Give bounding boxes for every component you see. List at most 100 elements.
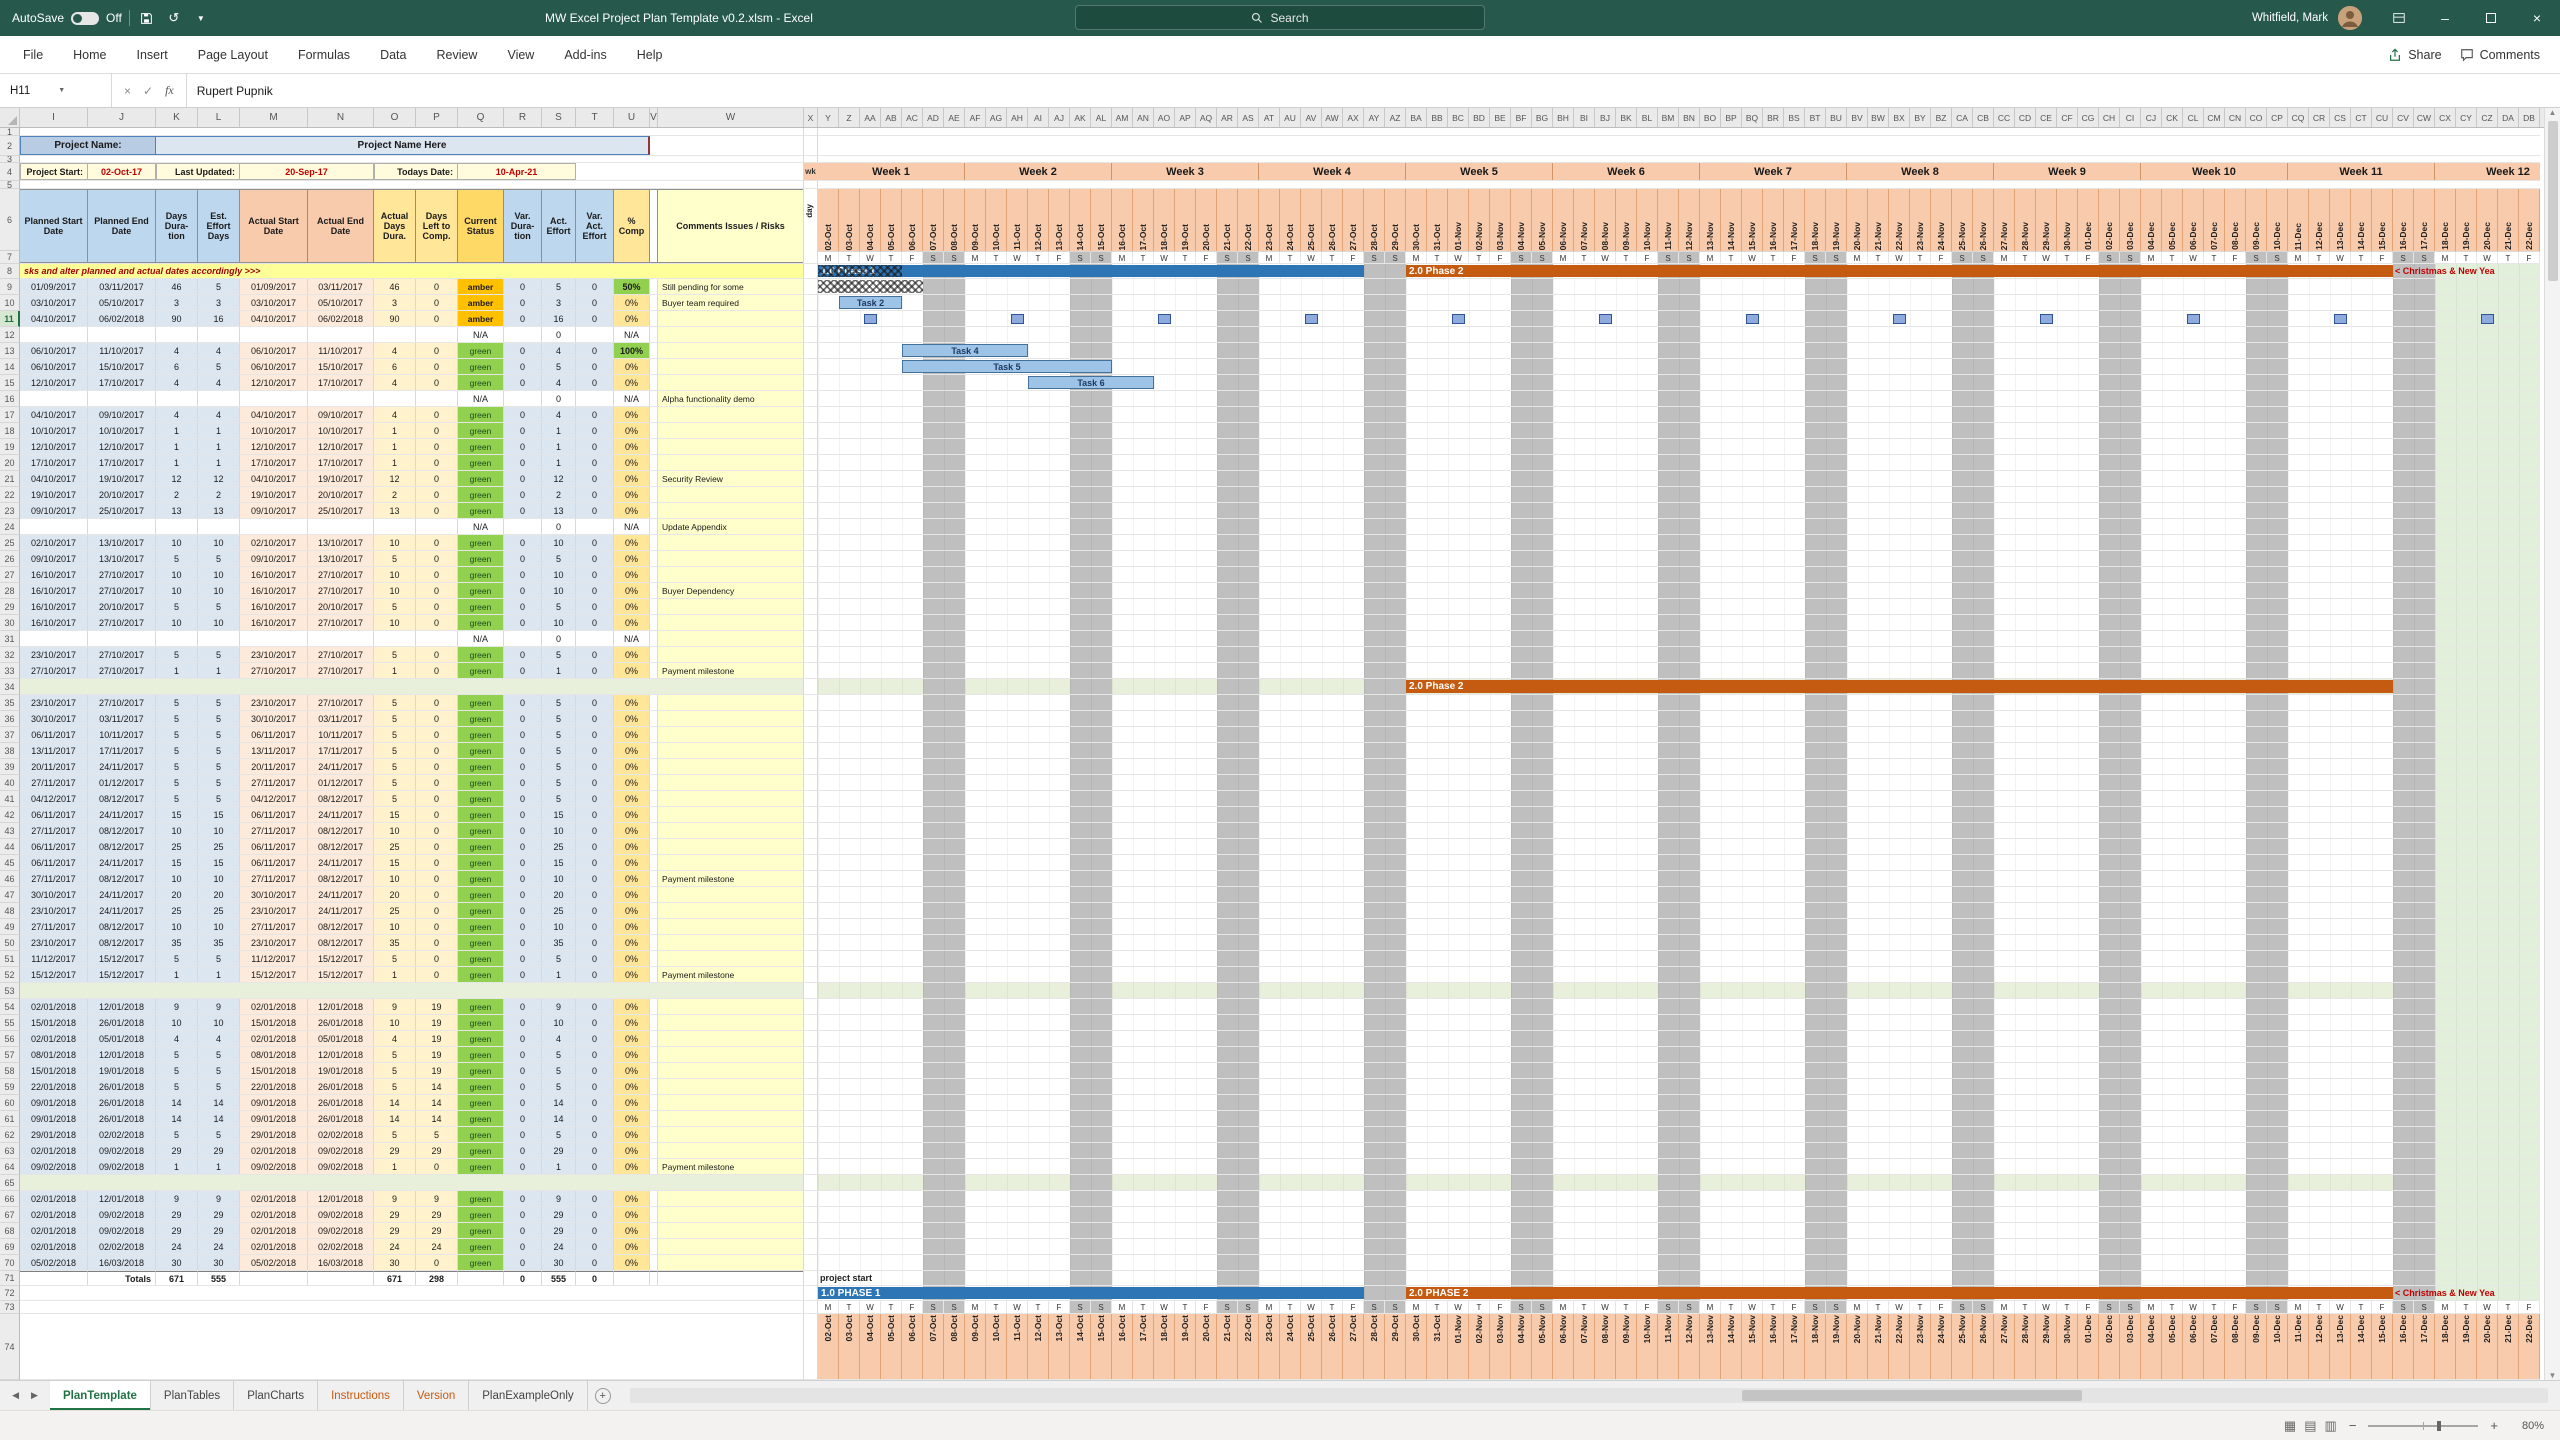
cell[interactable]: green	[458, 583, 504, 598]
cell[interactable]: green	[458, 359, 504, 374]
day-letter[interactable]: W	[860, 1301, 881, 1313]
day-letter[interactable]: S	[2099, 1301, 2120, 1313]
cell[interactable]: 01/09/2017	[20, 279, 88, 294]
day-letter[interactable]: S	[1973, 252, 1994, 264]
cell[interactable]	[658, 375, 804, 390]
undo-button[interactable]: ↺	[164, 7, 184, 29]
cell[interactable]: 30	[374, 1255, 416, 1270]
gantt-phase2-bar[interactable]: 2.0 PHASE 2	[1406, 1287, 2393, 1299]
day-letter[interactable]: S	[2246, 1301, 2267, 1313]
cell[interactable]: 0%	[614, 1111, 650, 1126]
cell[interactable]: 10/10/2017	[308, 423, 374, 438]
cell[interactable]: 1	[542, 1159, 576, 1174]
cell[interactable]: 5	[156, 695, 198, 710]
cell[interactable]	[658, 1239, 804, 1254]
cell[interactable]: 09/10/2017	[88, 407, 156, 422]
cell[interactable]: 0	[504, 567, 542, 582]
row-header[interactable]: 47	[0, 887, 20, 903]
cell[interactable]	[650, 1015, 658, 1030]
cell[interactable]: 4	[156, 375, 198, 390]
day-letter[interactable]: F	[1196, 1301, 1217, 1313]
cell[interactable]: 13/10/2017	[88, 535, 156, 550]
autosave-toggle[interactable]	[71, 12, 99, 25]
day-letter[interactable]: T	[1322, 1301, 1343, 1313]
date-header[interactable]: 06-Dec	[2183, 1314, 2204, 1379]
cell[interactable]: 14	[156, 1095, 198, 1110]
day-letter[interactable]: T	[2309, 1301, 2330, 1313]
cell[interactable]: 27/10/2017	[88, 615, 156, 630]
date-header[interactable]: 19-Dec	[2456, 1314, 2477, 1379]
cell[interactable]: 29	[542, 1223, 576, 1238]
cell[interactable]: 35	[156, 935, 198, 950]
totals-cell[interactable]: Totals	[88, 1271, 156, 1285]
cell[interactable]: 29	[198, 1223, 240, 1238]
cell[interactable]: 0%	[614, 471, 650, 486]
cell[interactable]: 23/10/2017	[20, 903, 88, 918]
cell[interactable]: 25	[374, 839, 416, 854]
cell[interactable]: 15/10/2017	[88, 359, 156, 374]
date-header[interactable]: 01-Nov	[1448, 1314, 1469, 1379]
date-header[interactable]: 05-Dec	[2162, 1314, 2183, 1379]
day-letter[interactable]: W	[1301, 252, 1322, 264]
cell[interactable]: 27/10/2017	[20, 663, 88, 678]
cell[interactable]: 0	[416, 935, 458, 950]
cell[interactable]: 0	[504, 1223, 542, 1238]
cell[interactable]: 5	[374, 743, 416, 758]
ribbon-tab-insert[interactable]: Insert	[122, 36, 183, 73]
row-header[interactable]: 41	[0, 791, 20, 807]
column-header[interactable]: T	[576, 108, 614, 127]
cell[interactable]: 50%	[614, 279, 650, 294]
cell[interactable]: 0	[504, 1047, 542, 1062]
scroll-down-icon[interactable]: ▼	[2549, 1371, 2557, 1380]
cell[interactable]	[504, 391, 542, 406]
cell[interactable]: 5	[374, 775, 416, 790]
cell[interactable]: 0	[576, 1127, 614, 1142]
cell[interactable]: 26/01/2018	[88, 1079, 156, 1094]
cell[interactable]: 0	[504, 535, 542, 550]
row-header[interactable]: 36	[0, 711, 20, 727]
date-header[interactable]: 22-Dec	[2519, 189, 2540, 251]
cell[interactable]: 0%	[614, 839, 650, 854]
cell[interactable]: 27/11/2017	[240, 823, 308, 838]
table-header-cell[interactable]: Var. Dura-tion	[504, 189, 542, 263]
cell[interactable]: 0	[416, 727, 458, 742]
cell[interactable]: 5	[198, 775, 240, 790]
cell[interactable]: 0	[576, 439, 614, 454]
cell[interactable]: green	[458, 951, 504, 966]
cell[interactable]: 4	[374, 407, 416, 422]
totals-cell[interactable]: 555	[542, 1271, 576, 1285]
totals-cell[interactable]	[20, 1271, 88, 1285]
row-header[interactable]: 26	[0, 551, 20, 567]
cell[interactable]: 15/12/2017	[240, 967, 308, 982]
enter-icon[interactable]: ✓	[143, 84, 153, 98]
cell[interactable]: 9	[198, 1191, 240, 1206]
cell[interactable]: 19/10/2017	[88, 471, 156, 486]
date-header[interactable]: 16-Dec	[2393, 1314, 2414, 1379]
cell[interactable]: Payment milestone	[658, 967, 804, 982]
date-header[interactable]: 26-Oct	[1322, 1314, 1343, 1379]
cell[interactable]: 0%	[614, 647, 650, 662]
cell[interactable]: 5	[156, 599, 198, 614]
day-letter[interactable]: F	[902, 1301, 923, 1313]
cell[interactable]: 4	[542, 343, 576, 358]
day-letter[interactable]: M	[1259, 252, 1280, 264]
day-letter[interactable]: T	[1616, 1301, 1637, 1313]
cell[interactable]: 3	[156, 295, 198, 310]
column-header[interactable]: AK	[1070, 108, 1091, 127]
cell[interactable]: 08/12/2017	[88, 935, 156, 950]
cell[interactable]: green	[458, 487, 504, 502]
cell[interactable]: N/A	[614, 327, 650, 342]
day-letter[interactable]: F	[1196, 252, 1217, 264]
cell[interactable]: 0	[576, 279, 614, 294]
cell[interactable]: 13/11/2017	[20, 743, 88, 758]
cell[interactable]: 0	[416, 375, 458, 390]
cell[interactable]: green	[458, 1239, 504, 1254]
cell[interactable]: 5	[156, 791, 198, 806]
cell[interactable]: 02/01/2018	[240, 1031, 308, 1046]
cell[interactable]: 19/01/2018	[88, 1063, 156, 1078]
cell[interactable]: 09/10/2017	[20, 503, 88, 518]
cell[interactable]: 27/10/2017	[308, 663, 374, 678]
day-letter[interactable]: T	[2057, 1301, 2078, 1313]
cell[interactable]: 02/02/2018	[308, 1239, 374, 1254]
row-header[interactable]: 55	[0, 1015, 20, 1031]
